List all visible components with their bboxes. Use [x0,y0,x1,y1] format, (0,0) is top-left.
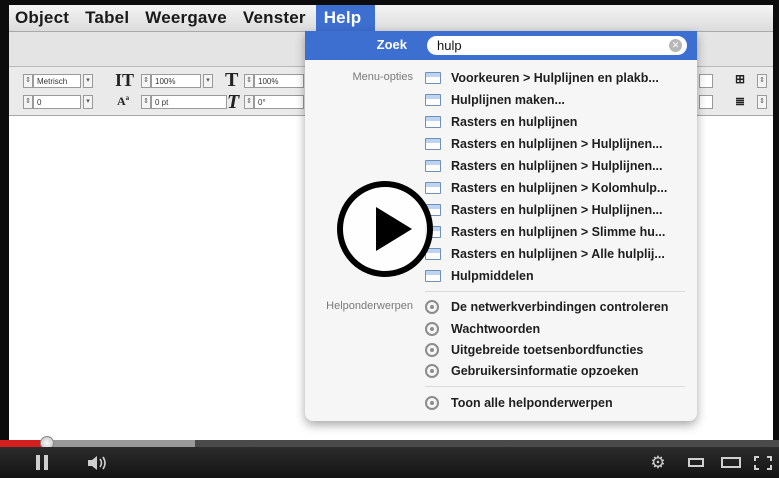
app-menubar: Object Tabel Weergave Venster Help [9,5,773,32]
help-topic[interactable]: Uitgebreide toetsenbordfuncties [425,340,643,360]
menu-venster[interactable]: Venster [237,5,316,31]
clear-search-icon[interactable]: ✕ [669,39,682,52]
video-progress-bar[interactable] [0,436,779,450]
baseline-stepper[interactable]: ⇕ [141,95,151,109]
video-control-bar: ⚙ [0,447,779,478]
menu-options-label: Menu-opties [352,71,413,83]
section-divider [425,291,685,292]
horizontal-scale-stepper[interactable]: ⇕ [244,74,254,88]
help-search-input[interactable]: hulp ✕ [427,36,687,55]
small-player-button[interactable] [682,447,710,478]
baseline-shift-icon: Aa [117,94,130,108]
pause-icon [36,455,40,470]
baseline-field[interactable]: 0 pt [151,95,227,109]
help-topic-icon [425,343,439,357]
vertical-scale-icon: IT [115,70,135,90]
menu-option[interactable]: Rasters en hulplijnen > Hulplijnen... [425,134,663,154]
right-field-top[interactable] [699,74,713,88]
fullscreen-button[interactable] [750,447,776,478]
menu-option[interactable]: Rasters en hulplijnen > Hulplijnen... [425,156,663,176]
align-rows-icon[interactable]: ≣ [735,94,745,109]
small-player-icon [688,458,704,467]
help-topic-icon [425,322,439,336]
section-divider [425,386,685,387]
menu-object[interactable]: Object [9,5,79,31]
frame-border-left [0,0,9,440]
help-topics-label: Helponderwerpen [326,300,413,312]
right-stepper-top[interactable]: ⇕ [757,74,767,88]
right-field-bottom[interactable] [699,95,713,109]
pause-button[interactable] [24,447,60,478]
search-label: Zoek [376,37,407,52]
vertical-scale-stepper[interactable]: ⇕ [141,74,151,88]
menu-tabel[interactable]: Tabel [79,5,139,31]
help-topic-icon [425,364,439,378]
vertical-scale-field[interactable]: 100% [151,74,201,88]
kerning-stepper[interactable]: ⇕ [23,74,33,88]
gear-icon: ⚙ [650,452,666,472]
horizontal-scale-icon: T [225,69,239,91]
fullscreen-icon [754,455,772,470]
help-topic[interactable]: De netwerkverbindingen controleren [425,297,668,317]
help-topic[interactable]: Wachtwoorden [425,319,540,339]
menu-help[interactable]: Help [315,5,376,31]
menu-item-icon [425,160,441,172]
align-columns-icon[interactable]: ⊞ [735,72,745,87]
play-icon [376,207,412,251]
help-search-row: Zoek hulp ✕ [305,31,697,60]
menu-option[interactable]: Rasters en hulplijnen > Kolomhulp... [425,178,667,198]
menu-option[interactable]: Voorkeuren > Hulplijnen en plakb... [425,68,659,88]
skew-stepper[interactable]: ⇕ [244,95,254,109]
kerning-field[interactable]: Metrisch [33,74,81,88]
help-topic-icon [425,300,439,314]
right-stepper-bottom[interactable]: ⇕ [757,95,767,109]
play-button[interactable] [337,181,433,277]
horizontal-scale-field[interactable]: 100% [254,74,304,88]
search-query: hulp [437,38,462,53]
menu-item-icon [425,116,441,128]
kerning-dropdown[interactable]: ▾ [83,74,93,88]
menu-option[interactable]: Rasters en hulplijnen > Slimme hu... [425,222,665,242]
menu-option[interactable]: Rasters en hulplijnen > Alle hulplij... [425,244,665,264]
volume-icon [88,455,106,470]
frame-border-right [773,0,779,440]
help-topic[interactable]: Gebruikersinformatie opzoeken [425,361,639,381]
video-frame[interactable]: Object Tabel Weergave Venster Help ⇕ Met… [0,0,779,478]
menu-option[interactable]: Rasters en hulplijnen [425,112,577,132]
menu-item-icon [425,138,441,150]
vertical-scale-dropdown[interactable]: ▾ [203,74,213,88]
menu-option[interactable]: Hulplijnen maken... [425,90,565,110]
menu-option[interactable]: Rasters en hulplijnen > Hulplijnen... [425,200,663,220]
menu-weergave[interactable]: Weergave [139,5,237,31]
menu-item-icon [425,182,441,194]
leading-stepper[interactable]: ⇕ [23,95,33,109]
menu-item-icon [425,270,441,282]
help-topic-icon [425,396,439,410]
leading-field[interactable]: 0 [33,95,81,109]
menu-option[interactable]: Hulpmiddelen [425,266,534,286]
skew-icon: T [227,91,240,113]
menu-item-icon [425,94,441,106]
menu-item-icon [425,72,441,84]
show-all-topics[interactable]: Toon alle helponderwerpen [425,393,613,413]
large-player-button[interactable] [716,447,746,478]
settings-button[interactable]: ⚙ [644,447,672,478]
large-player-icon [721,457,741,468]
skew-field[interactable]: 0° [254,95,304,109]
volume-button[interactable] [78,447,118,478]
leading-dropdown[interactable]: ▾ [83,95,93,109]
